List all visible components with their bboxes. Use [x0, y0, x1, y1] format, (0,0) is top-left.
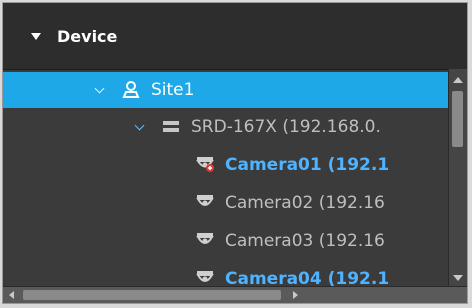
tree-item-site1[interactable]: Site1	[3, 72, 449, 108]
tree-item-recorder[interactable]: SRD-167X (192.168.0.	[3, 109, 449, 145]
tree-item-label: SRD-167X (192.168.0.	[191, 117, 381, 137]
vertical-scroll-thumb[interactable]	[452, 91, 463, 147]
tree-item-label: Camera02 (192.16	[225, 193, 385, 213]
vertical-scrollbar[interactable]	[448, 69, 467, 289]
tree-item-camera02[interactable]: Camera02 (192.16	[3, 185, 449, 221]
scroll-down-icon[interactable]	[453, 275, 463, 281]
chevron-down-icon[interactable]	[135, 122, 145, 132]
camera-icon	[195, 231, 215, 251]
panel-title: Device	[57, 26, 118, 46]
chevron-down-icon[interactable]	[95, 85, 105, 95]
horizontal-scrollbar[interactable]	[3, 286, 467, 303]
panel-header[interactable]: Device	[3, 3, 467, 70]
tree-item-label: Camera01 (192.1	[225, 155, 390, 175]
recorder-icon	[161, 117, 181, 137]
tree-item-camera03[interactable]: Camera03 (192.16	[3, 223, 449, 259]
tree-item-camera01[interactable]: Camera01 (192.1	[3, 147, 449, 183]
device-panel: Device Site1 SRD-167X (192.168.0. Camera…	[2, 2, 468, 304]
device-tree: Site1 SRD-167X (192.168.0. Camera01 (192…	[3, 69, 449, 289]
tree-item-label: Site1	[151, 80, 195, 100]
scroll-left-icon[interactable]	[9, 291, 14, 299]
tree-item-label: Camera03 (192.16	[225, 231, 385, 251]
scroll-up-icon[interactable]	[453, 77, 463, 83]
caret-down-icon[interactable]	[31, 32, 41, 40]
scroll-right-icon[interactable]	[293, 291, 298, 299]
camera-icon	[195, 193, 215, 213]
horizontal-scroll-thumb[interactable]	[23, 290, 281, 300]
camera-recording-icon	[195, 155, 215, 175]
site-icon	[121, 80, 141, 100]
tree-item-camera04[interactable]: Camera04 (192.1	[3, 261, 449, 289]
